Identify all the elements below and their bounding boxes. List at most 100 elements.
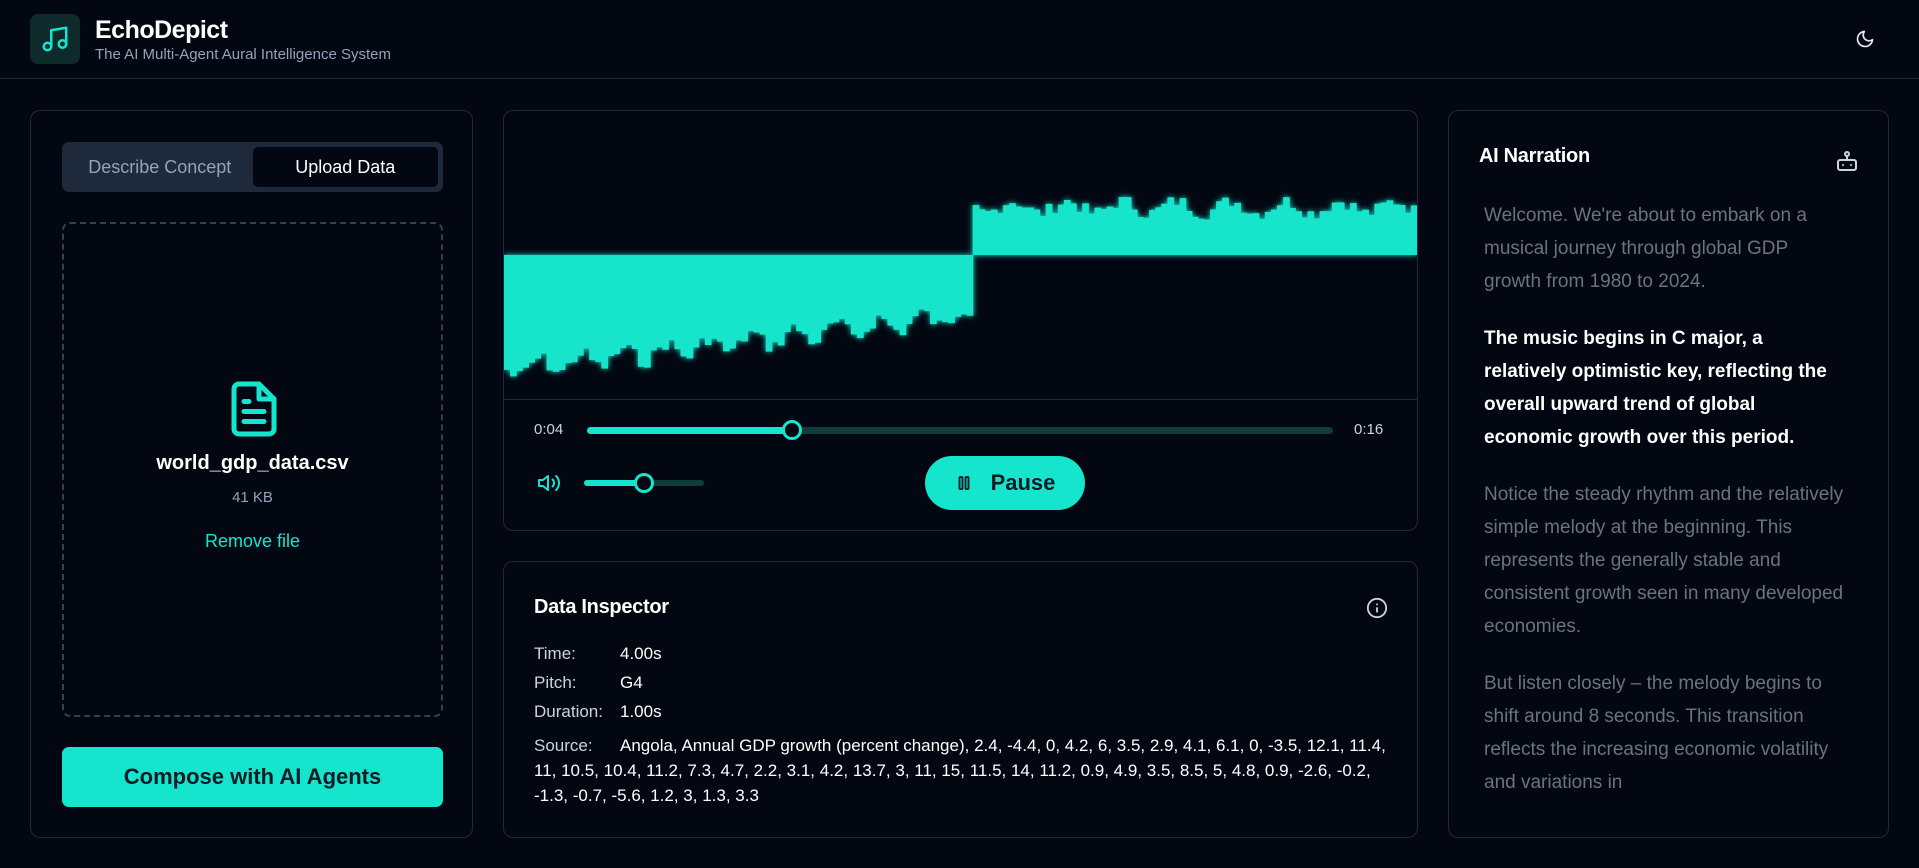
file-dropzone[interactable]: world_gdp_data.csv 41 KB Remove file xyxy=(62,222,443,717)
waveform-bar xyxy=(1307,211,1315,255)
waveform-bar xyxy=(625,255,633,345)
waveform-bar xyxy=(765,255,773,352)
waveform-bar xyxy=(1331,202,1339,255)
waveform-bar xyxy=(1374,203,1382,255)
file-text-icon xyxy=(231,381,277,437)
time-label: Time: xyxy=(534,644,576,663)
waveform-bar xyxy=(668,255,676,341)
app-title: EchoDepict xyxy=(95,16,228,44)
bot-icon[interactable] xyxy=(1835,149,1859,173)
waveform-visualizer[interactable] xyxy=(504,111,1417,399)
waveform-bar xyxy=(1197,218,1205,255)
current-time: 0:04 xyxy=(534,421,564,438)
logo xyxy=(30,14,80,64)
waveform-bar xyxy=(753,255,761,333)
waveform-bar xyxy=(1319,211,1327,255)
narration-paragraph: Notice the steady rhythm and the relativ… xyxy=(1484,484,1844,637)
waveform-bar xyxy=(1094,207,1102,255)
waveform-bar xyxy=(1252,213,1260,255)
waveform-bar xyxy=(978,209,986,255)
waveform-bar xyxy=(1057,204,1065,255)
source-label: Source: xyxy=(534,736,593,755)
waveform-bar xyxy=(1070,203,1077,255)
waveform-bar xyxy=(1149,209,1156,255)
waveform-bar xyxy=(863,255,870,332)
waveform-bar xyxy=(1258,218,1266,255)
waveform-bar xyxy=(1216,201,1223,255)
waveform-bar xyxy=(729,255,736,349)
waveform-bar xyxy=(997,212,1004,255)
waveform-bar xyxy=(942,255,949,323)
waveform-bar xyxy=(704,255,712,346)
waveform-bar xyxy=(1137,216,1144,255)
pitch-label: Pitch: xyxy=(534,673,577,692)
volume-icon[interactable] xyxy=(537,471,561,495)
info-icon[interactable] xyxy=(1366,597,1388,619)
waveform-bar xyxy=(984,210,992,255)
app-tagline: The AI Multi-Agent Aural Intelligence Sy… xyxy=(95,46,391,63)
waveform-bar xyxy=(1155,207,1162,255)
waveform-bar xyxy=(826,255,834,324)
narration-paragraph: Welcome. We're about to embark on a musi… xyxy=(1484,205,1807,292)
waveform-bar xyxy=(583,255,590,349)
waveform-bar xyxy=(1015,206,1022,255)
waveform-bar xyxy=(857,255,864,339)
waveform-bar xyxy=(838,255,846,319)
tab-upload-data[interactable]: Upload Data xyxy=(252,147,438,187)
waveform-bar xyxy=(540,255,548,354)
waveform-bar xyxy=(759,255,767,335)
pause-label: Pause xyxy=(990,470,1056,495)
source-value: Angola, Annual GDP growth (percent chang… xyxy=(534,736,1386,805)
waveform-bar xyxy=(1410,205,1417,255)
waveform-bar xyxy=(698,255,706,339)
volume-slider[interactable] xyxy=(584,473,704,493)
waveform-bar xyxy=(552,255,560,372)
waveform-bar xyxy=(966,255,974,316)
tab-describe-concept[interactable]: Describe Concept xyxy=(67,147,253,187)
waveform-bar xyxy=(723,255,730,352)
waveform-bar xyxy=(1283,197,1290,255)
waveform-bar xyxy=(546,255,554,371)
waveform-bar xyxy=(1277,205,1284,255)
waveform-bar xyxy=(1270,209,1278,255)
waveform-bar xyxy=(1380,202,1388,255)
waveform-bar xyxy=(717,255,724,342)
waveform-bar xyxy=(814,255,822,343)
waveform-bar xyxy=(1033,209,1041,255)
narration-transcript[interactable]: Welcome. We're about to embark on a musi… xyxy=(1484,199,1844,804)
seek-bar[interactable] xyxy=(587,420,1333,440)
waveform-bar xyxy=(656,255,663,348)
waveform-bar xyxy=(1325,211,1333,255)
waveform-bar xyxy=(613,255,621,355)
waveform-bar xyxy=(1392,204,1400,255)
compose-button[interactable]: Compose with AI Agents xyxy=(62,747,443,807)
waveform-bar xyxy=(577,255,584,356)
waveform-bar xyxy=(558,255,566,370)
pause-button[interactable]: Pause xyxy=(925,456,1085,510)
waveform-bar xyxy=(1112,207,1120,255)
waveform-bar xyxy=(1027,207,1035,255)
waveform-bar xyxy=(771,255,779,343)
input-mode-tabs: Describe Concept Upload Data xyxy=(62,142,443,192)
waveform-bar xyxy=(972,204,980,255)
waveform-bar xyxy=(802,255,809,335)
moon-icon xyxy=(1856,30,1874,48)
remove-file-link[interactable]: Remove file xyxy=(64,531,441,552)
app-header: EchoDepict The AI Multi-Agent Aural Inte… xyxy=(0,0,1919,79)
waveform-bar xyxy=(887,255,895,326)
seek-handle[interactable] xyxy=(782,420,803,440)
waveform-bar xyxy=(808,255,816,345)
waveform-bar xyxy=(783,255,791,333)
theme-toggle-button[interactable] xyxy=(1852,26,1878,52)
waveform-bar xyxy=(923,255,931,312)
duration-value: 1.00s xyxy=(620,702,662,721)
data-inspector-title: Data Inspector xyxy=(534,596,669,618)
volume-handle[interactable] xyxy=(634,473,654,493)
waveform-bar xyxy=(662,255,669,350)
ai-narration-title: AI Narration xyxy=(1479,145,1590,167)
waveform-bar xyxy=(637,255,645,367)
waveform-bar xyxy=(875,255,882,316)
waveform-bar xyxy=(917,255,925,310)
waveform-bar xyxy=(905,255,913,324)
waveform-bar xyxy=(1076,211,1083,255)
